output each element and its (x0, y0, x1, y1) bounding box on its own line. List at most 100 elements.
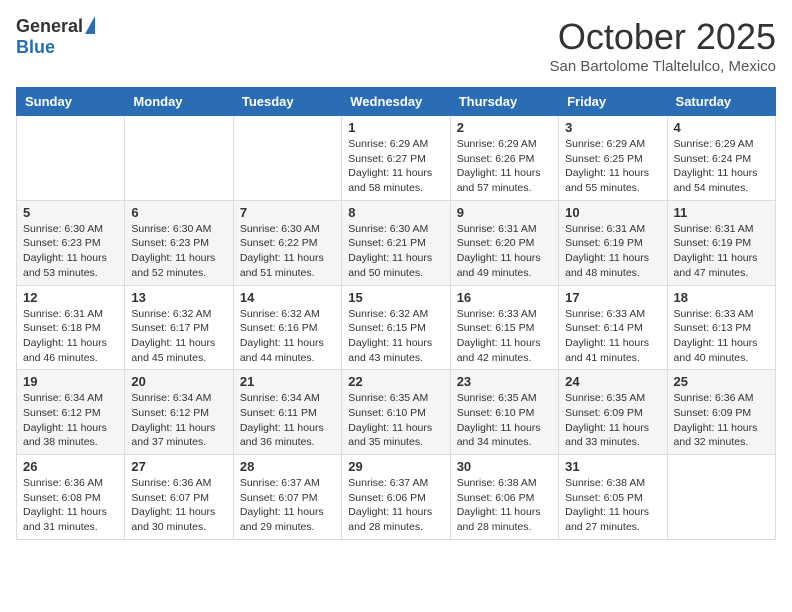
calendar-day-cell: 17 Sunrise: 6:33 AM Sunset: 6:14 PM Dayli… (559, 285, 667, 370)
calendar-day-cell: 31 Sunrise: 6:38 AM Sunset: 6:05 PM Dayli… (559, 455, 667, 540)
day-number: 18 (674, 290, 769, 305)
calendar-day-cell (667, 455, 775, 540)
day-info: Sunrise: 6:31 AM Sunset: 6:20 PM Dayligh… (457, 222, 552, 281)
day-number: 9 (457, 205, 552, 220)
calendar-header: SundayMondayTuesdayWednesdayThursdayFrid… (17, 88, 776, 116)
location-subtitle: San Bartolome Tlaltelulco, Mexico (550, 58, 777, 75)
calendar-day-cell: 30 Sunrise: 6:38 AM Sunset: 6:06 PM Dayli… (450, 455, 558, 540)
calendar-day-cell: 14 Sunrise: 6:32 AM Sunset: 6:16 PM Dayli… (233, 285, 341, 370)
day-info: Sunrise: 6:34 AM Sunset: 6:12 PM Dayligh… (23, 391, 118, 450)
calendar-week-row: 26Sunrise: 6:36 AM Sunset: 6:08 PM Dayli… (17, 455, 776, 540)
calendar-day-cell: 6 Sunrise: 6:30 AM Sunset: 6:23 PM Daylig… (125, 200, 233, 285)
calendar-day-cell (17, 116, 125, 201)
calendar-day-cell: 21Sunrise: 6:34 AM Sunset: 6:11 PM Dayli… (233, 370, 341, 455)
day-info: Sunrise: 6:36 AM Sunset: 6:09 PM Dayligh… (674, 391, 769, 450)
calendar-day-cell: 13Sunrise: 6:32 AM Sunset: 6:17 PM Dayli… (125, 285, 233, 370)
weekday-header-wednesday: Wednesday (342, 88, 450, 116)
calendar-day-cell: 4 Sunrise: 6:29 AM Sunset: 6:24 PM Daylig… (667, 116, 775, 201)
day-number: 15 (348, 290, 443, 305)
title-block: October 2025 San Bartolome Tlaltelulco, … (550, 16, 777, 75)
weekday-header-saturday: Saturday (667, 88, 775, 116)
day-info: Sunrise: 6:30 AM Sunset: 6:22 PM Dayligh… (240, 222, 335, 281)
day-info: Sunrise: 6:29 AM Sunset: 6:27 PM Dayligh… (348, 137, 443, 196)
day-number: 14 (240, 290, 335, 305)
day-number: 19 (23, 374, 118, 389)
day-number: 13 (131, 290, 226, 305)
day-info: Sunrise: 6:34 AM Sunset: 6:12 PM Dayligh… (131, 391, 226, 450)
day-number: 2 (457, 120, 552, 135)
day-info: Sunrise: 6:30 AM Sunset: 6:21 PM Dayligh… (348, 222, 443, 281)
day-number: 16 (457, 290, 552, 305)
day-number: 3 (565, 120, 660, 135)
calendar-day-cell: 29Sunrise: 6:37 AM Sunset: 6:06 PM Dayli… (342, 455, 450, 540)
calendar-day-cell: 11 Sunrise: 6:31 AM Sunset: 6:19 PM Dayli… (667, 200, 775, 285)
calendar-day-cell: 8 Sunrise: 6:30 AM Sunset: 6:21 PM Daylig… (342, 200, 450, 285)
calendar-week-row: 5Sunrise: 6:30 AM Sunset: 6:23 PM Daylig… (17, 200, 776, 285)
day-info: Sunrise: 6:35 AM Sunset: 6:09 PM Dayligh… (565, 391, 660, 450)
weekday-header-friday: Friday (559, 88, 667, 116)
calendar-day-cell: 15 Sunrise: 6:32 AM Sunset: 6:15 PM Dayli… (342, 285, 450, 370)
calendar-day-cell: 12 Sunrise: 6:31 AM Sunset: 6:18 PM Dayli… (17, 285, 125, 370)
calendar-day-cell: 26Sunrise: 6:36 AM Sunset: 6:08 PM Dayli… (17, 455, 125, 540)
calendar-table: SundayMondayTuesdayWednesdayThursdayFrid… (16, 87, 776, 540)
calendar-day-cell: 10 Sunrise: 6:31 AM Sunset: 6:19 PM Dayli… (559, 200, 667, 285)
day-number: 31 (565, 459, 660, 474)
day-info: Sunrise: 6:32 AM Sunset: 6:15 PM Dayligh… (348, 307, 443, 366)
calendar-day-cell: 25 Sunrise: 6:36 AM Sunset: 6:09 PM Dayli… (667, 370, 775, 455)
day-info: Sunrise: 6:36 AM Sunset: 6:08 PM Dayligh… (23, 476, 118, 535)
day-info: Sunrise: 6:38 AM Sunset: 6:06 PM Dayligh… (457, 476, 552, 535)
day-info: Sunrise: 6:30 AM Sunset: 6:23 PM Dayligh… (131, 222, 226, 281)
day-number: 20 (131, 374, 226, 389)
page-header: General Blue October 2025 San Bartolome … (16, 16, 776, 75)
day-number: 29 (348, 459, 443, 474)
day-number: 6 (131, 205, 226, 220)
weekday-header-row: SundayMondayTuesdayWednesdayThursdayFrid… (17, 88, 776, 116)
calendar-week-row: 19 Sunrise: 6:34 AM Sunset: 6:12 PM Dayli… (17, 370, 776, 455)
day-number: 21 (240, 374, 335, 389)
day-number: 23 (457, 374, 552, 389)
day-number: 11 (674, 205, 769, 220)
weekday-header-thursday: Thursday (450, 88, 558, 116)
day-info: Sunrise: 6:31 AM Sunset: 6:19 PM Dayligh… (565, 222, 660, 281)
calendar-day-cell: 27Sunrise: 6:36 AM Sunset: 6:07 PM Dayli… (125, 455, 233, 540)
day-info: Sunrise: 6:29 AM Sunset: 6:25 PM Dayligh… (565, 137, 660, 196)
logo-blue-text: Blue (16, 37, 55, 58)
calendar-day-cell: 7Sunrise: 6:30 AM Sunset: 6:22 PM Daylig… (233, 200, 341, 285)
day-number: 25 (674, 374, 769, 389)
day-info: Sunrise: 6:37 AM Sunset: 6:07 PM Dayligh… (240, 476, 335, 535)
calendar-week-row: 1 Sunrise: 6:29 AM Sunset: 6:27 PM Daylig… (17, 116, 776, 201)
day-info: Sunrise: 6:29 AM Sunset: 6:26 PM Dayligh… (457, 137, 552, 196)
calendar-day-cell (233, 116, 341, 201)
weekday-header-tuesday: Tuesday (233, 88, 341, 116)
calendar-body: 1 Sunrise: 6:29 AM Sunset: 6:27 PM Daylig… (17, 116, 776, 540)
day-number: 4 (674, 120, 769, 135)
day-info: Sunrise: 6:33 AM Sunset: 6:13 PM Dayligh… (674, 307, 769, 366)
calendar-day-cell: 18 Sunrise: 6:33 AM Sunset: 6:13 PM Dayli… (667, 285, 775, 370)
logo: General Blue (16, 16, 95, 58)
weekday-header-sunday: Sunday (17, 88, 125, 116)
logo-general-text: General (16, 16, 83, 37)
calendar-day-cell: 3 Sunrise: 6:29 AM Sunset: 6:25 PM Daylig… (559, 116, 667, 201)
day-number: 17 (565, 290, 660, 305)
calendar-day-cell: 24Sunrise: 6:35 AM Sunset: 6:09 PM Dayli… (559, 370, 667, 455)
calendar-day-cell (125, 116, 233, 201)
day-number: 8 (348, 205, 443, 220)
day-number: 28 (240, 459, 335, 474)
calendar-week-row: 12 Sunrise: 6:31 AM Sunset: 6:18 PM Dayli… (17, 285, 776, 370)
day-number: 10 (565, 205, 660, 220)
day-info: Sunrise: 6:38 AM Sunset: 6:05 PM Dayligh… (565, 476, 660, 535)
day-info: Sunrise: 6:32 AM Sunset: 6:16 PM Dayligh… (240, 307, 335, 366)
day-number: 30 (457, 459, 552, 474)
calendar-day-cell: 23 Sunrise: 6:35 AM Sunset: 6:10 PM Dayli… (450, 370, 558, 455)
day-info: Sunrise: 6:31 AM Sunset: 6:19 PM Dayligh… (674, 222, 769, 281)
day-info: Sunrise: 6:31 AM Sunset: 6:18 PM Dayligh… (23, 307, 118, 366)
day-info: Sunrise: 6:33 AM Sunset: 6:14 PM Dayligh… (565, 307, 660, 366)
day-info: Sunrise: 6:29 AM Sunset: 6:24 PM Dayligh… (674, 137, 769, 196)
day-number: 1 (348, 120, 443, 135)
day-info: Sunrise: 6:30 AM Sunset: 6:23 PM Dayligh… (23, 222, 118, 281)
calendar-day-cell: 16 Sunrise: 6:33 AM Sunset: 6:15 PM Dayli… (450, 285, 558, 370)
day-info: Sunrise: 6:35 AM Sunset: 6:10 PM Dayligh… (457, 391, 552, 450)
month-title: October 2025 (550, 16, 777, 58)
day-number: 12 (23, 290, 118, 305)
day-info: Sunrise: 6:33 AM Sunset: 6:15 PM Dayligh… (457, 307, 552, 366)
